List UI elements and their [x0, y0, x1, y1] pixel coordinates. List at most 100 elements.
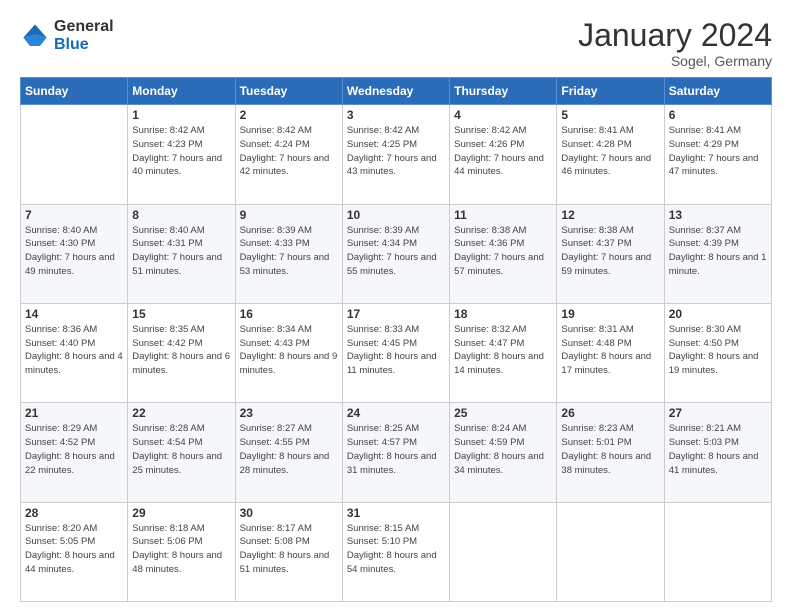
day-number: 3 [347, 108, 445, 122]
day-number: 30 [240, 506, 338, 520]
day-info: Sunrise: 8:42 AMSunset: 4:23 PMDaylight:… [132, 124, 230, 179]
day-number: 23 [240, 406, 338, 420]
day-info: Sunrise: 8:42 AMSunset: 4:25 PMDaylight:… [347, 124, 445, 179]
day-info: Sunrise: 8:20 AMSunset: 5:05 PMDaylight:… [25, 522, 123, 577]
table-row: 12 Sunrise: 8:38 AMSunset: 4:37 PMDayligh… [557, 204, 664, 303]
day-number: 10 [347, 208, 445, 222]
table-row: 1 Sunrise: 8:42 AMSunset: 4:23 PMDaylight… [128, 105, 235, 204]
table-row [21, 105, 128, 204]
table-row: 16 Sunrise: 8:34 AMSunset: 4:43 PMDayligh… [235, 303, 342, 402]
day-number: 26 [561, 406, 659, 420]
calendar-table: Sunday Monday Tuesday Wednesday Thursday… [20, 77, 772, 602]
table-row: 19 Sunrise: 8:31 AMSunset: 4:48 PMDayligh… [557, 303, 664, 402]
day-number: 28 [25, 506, 123, 520]
header-friday: Friday [557, 78, 664, 105]
main-title: January 2024 [578, 18, 772, 53]
table-row: 25 Sunrise: 8:24 AMSunset: 4:59 PMDayligh… [450, 403, 557, 502]
header-wednesday: Wednesday [342, 78, 449, 105]
table-row: 10 Sunrise: 8:39 AMSunset: 4:34 PMDayligh… [342, 204, 449, 303]
day-number: 8 [132, 208, 230, 222]
table-row: 28 Sunrise: 8:20 AMSunset: 5:05 PMDayligh… [21, 502, 128, 601]
table-row: 30 Sunrise: 8:17 AMSunset: 5:08 PMDayligh… [235, 502, 342, 601]
logo-blue: Blue [54, 36, 114, 54]
title-area: January 2024 Sogel, Germany [578, 18, 772, 69]
day-info: Sunrise: 8:34 AMSunset: 4:43 PMDaylight:… [240, 323, 338, 378]
day-number: 24 [347, 406, 445, 420]
day-info: Sunrise: 8:27 AMSunset: 4:55 PMDaylight:… [240, 422, 338, 477]
day-number: 14 [25, 307, 123, 321]
logo-general: General [54, 18, 114, 36]
header-sunday: Sunday [21, 78, 128, 105]
day-info: Sunrise: 8:40 AMSunset: 4:30 PMDaylight:… [25, 224, 123, 279]
table-row [450, 502, 557, 601]
day-info: Sunrise: 8:21 AMSunset: 5:03 PMDaylight:… [669, 422, 767, 477]
table-row: 17 Sunrise: 8:33 AMSunset: 4:45 PMDayligh… [342, 303, 449, 402]
day-info: Sunrise: 8:39 AMSunset: 4:34 PMDaylight:… [347, 224, 445, 279]
day-info: Sunrise: 8:24 AMSunset: 4:59 PMDaylight:… [454, 422, 552, 477]
day-number: 7 [25, 208, 123, 222]
day-info: Sunrise: 8:32 AMSunset: 4:47 PMDaylight:… [454, 323, 552, 378]
day-number: 18 [454, 307, 552, 321]
table-row: 13 Sunrise: 8:37 AMSunset: 4:39 PMDayligh… [664, 204, 771, 303]
day-info: Sunrise: 8:37 AMSunset: 4:39 PMDaylight:… [669, 224, 767, 279]
table-row: 9 Sunrise: 8:39 AMSunset: 4:33 PMDaylight… [235, 204, 342, 303]
day-number: 1 [132, 108, 230, 122]
table-row: 5 Sunrise: 8:41 AMSunset: 4:28 PMDaylight… [557, 105, 664, 204]
day-info: Sunrise: 8:28 AMSunset: 4:54 PMDaylight:… [132, 422, 230, 477]
table-row: 29Sunrise: 8:18 AMSunset: 5:06 PMDayligh… [128, 502, 235, 601]
day-info: Sunrise: 8:35 AMSunset: 4:42 PMDaylight:… [132, 323, 230, 378]
day-info: Sunrise: 8:33 AMSunset: 4:45 PMDaylight:… [347, 323, 445, 378]
logo-text: General Blue [54, 18, 114, 53]
table-row: 14 Sunrise: 8:36 AMSunset: 4:40 PMDayligh… [21, 303, 128, 402]
table-row: 26 Sunrise: 8:23 AMSunset: 5:01 PMDayligh… [557, 403, 664, 502]
table-row: 3 Sunrise: 8:42 AMSunset: 4:25 PMDaylight… [342, 105, 449, 204]
table-row: 11Sunrise: 8:38 AMSunset: 4:36 PMDayligh… [450, 204, 557, 303]
day-number: 19 [561, 307, 659, 321]
day-number: 9 [240, 208, 338, 222]
day-number: 13 [669, 208, 767, 222]
day-info: Sunrise: 8:41 AMSunset: 4:28 PMDaylight:… [561, 124, 659, 179]
table-row: 18 Sunrise: 8:32 AMSunset: 4:47 PMDayligh… [450, 303, 557, 402]
day-info: Sunrise: 8:42 AMSunset: 4:26 PMDaylight:… [454, 124, 552, 179]
header-saturday: Saturday [664, 78, 771, 105]
table-row: 24 Sunrise: 8:25 AMSunset: 4:57 PMDayligh… [342, 403, 449, 502]
table-row: 6Sunrise: 8:41 AMSunset: 4:29 PMDaylight… [664, 105, 771, 204]
logo-icon [20, 21, 50, 51]
day-number: 25 [454, 406, 552, 420]
table-row: 27 Sunrise: 8:21 AMSunset: 5:03 PMDayligh… [664, 403, 771, 502]
day-info: Sunrise: 8:41 AMSunset: 4:29 PMDaylight:… [669, 124, 767, 179]
day-number: 20 [669, 307, 767, 321]
day-number: 31 [347, 506, 445, 520]
day-number: 17 [347, 307, 445, 321]
day-number: 5 [561, 108, 659, 122]
table-row: 7 Sunrise: 8:40 AMSunset: 4:30 PMDaylight… [21, 204, 128, 303]
table-row: 4 Sunrise: 8:42 AMSunset: 4:26 PMDaylight… [450, 105, 557, 204]
day-info: Sunrise: 8:17 AMSunset: 5:08 PMDaylight:… [240, 522, 338, 577]
day-info: Sunrise: 8:31 AMSunset: 4:48 PMDaylight:… [561, 323, 659, 378]
day-info: Sunrise: 8:38 AMSunset: 4:37 PMDaylight:… [561, 224, 659, 279]
table-row: 2Sunrise: 8:42 AMSunset: 4:24 PMDaylight… [235, 105, 342, 204]
day-info: Sunrise: 8:23 AMSunset: 5:01 PMDaylight:… [561, 422, 659, 477]
day-info: Sunrise: 8:40 AMSunset: 4:31 PMDaylight:… [132, 224, 230, 279]
table-row: 23 Sunrise: 8:27 AMSunset: 4:55 PMDayligh… [235, 403, 342, 502]
table-row [557, 502, 664, 601]
day-number: 16 [240, 307, 338, 321]
subtitle: Sogel, Germany [578, 53, 772, 69]
header-thursday: Thursday [450, 78, 557, 105]
day-info: Sunrise: 8:25 AMSunset: 4:57 PMDaylight:… [347, 422, 445, 477]
day-number: 22 [132, 406, 230, 420]
day-info: Sunrise: 8:36 AMSunset: 4:40 PMDaylight:… [25, 323, 123, 378]
calendar-header-row: Sunday Monday Tuesday Wednesday Thursday… [21, 78, 772, 105]
day-number: 12 [561, 208, 659, 222]
day-info: Sunrise: 8:42 AMSunset: 4:24 PMDaylight:… [240, 124, 338, 179]
table-row: 20Sunrise: 8:30 AMSunset: 4:50 PMDayligh… [664, 303, 771, 402]
table-row: 15 Sunrise: 8:35 AMSunset: 4:42 PMDayligh… [128, 303, 235, 402]
day-number: 4 [454, 108, 552, 122]
table-row: 21Sunrise: 8:29 AMSunset: 4:52 PMDayligh… [21, 403, 128, 502]
day-number: 11 [454, 208, 552, 222]
day-info: Sunrise: 8:39 AMSunset: 4:33 PMDaylight:… [240, 224, 338, 279]
day-number: 15 [132, 307, 230, 321]
header-monday: Monday [128, 78, 235, 105]
day-number: 27 [669, 406, 767, 420]
header-tuesday: Tuesday [235, 78, 342, 105]
